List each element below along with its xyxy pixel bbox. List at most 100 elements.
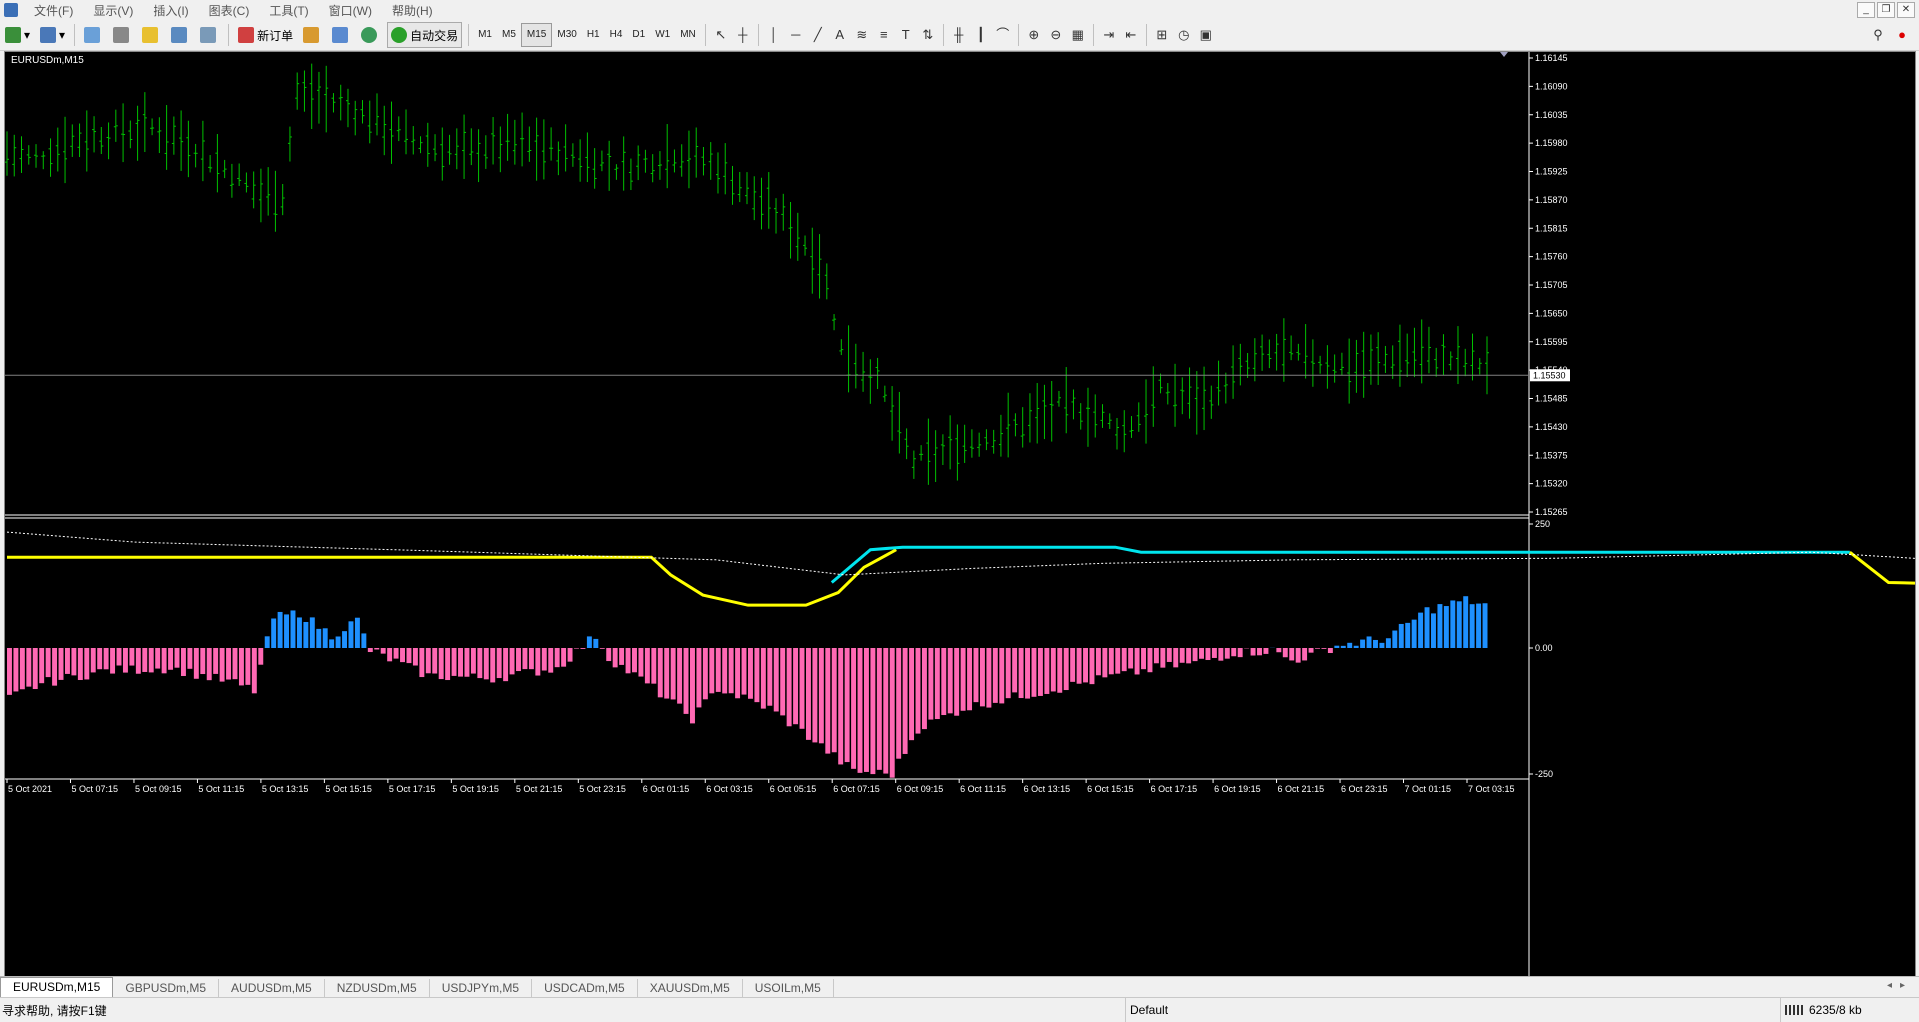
histogram-bar <box>297 617 302 648</box>
new-chart-button[interactable]: ▾ <box>2 23 33 47</box>
chart-window[interactable]: EURUSDm,M15 1.161451.160901.160351.15980… <box>4 51 1916 978</box>
menu-view[interactable]: 显示(V) <box>83 2 143 19</box>
tab-gbpusd-m5[interactable]: GBPUSDm,M5 <box>113 979 219 997</box>
menu-window[interactable]: 窗口(W) <box>319 2 382 19</box>
separator <box>758 24 759 46</box>
minimize-icon[interactable]: _ <box>1857 2 1875 18</box>
menu-bar: 文件(F) 显示(V) 插入(I) 图表(C) 工具(T) 窗口(W) 帮助(H… <box>0 0 1919 20</box>
vertical-line-icon[interactable]: │ <box>763 24 785 46</box>
tf-m5[interactable]: M5 <box>497 24 521 46</box>
favorites-button[interactable] <box>139 23 164 47</box>
bar-chart-icon[interactable]: ╫ <box>948 24 970 46</box>
histogram-bar <box>349 621 354 648</box>
tab-audusd-m5[interactable]: AUDUSDm,M5 <box>219 979 325 997</box>
tab-xauusd-m5[interactable]: XAUUSDm,M5 <box>638 979 743 997</box>
histogram-bar <box>1360 640 1365 648</box>
close-icon[interactable]: ✕ <box>1897 2 1915 18</box>
line-chart-icon[interactable]: ⌒ <box>992 24 1014 46</box>
fibonacci-icon[interactable]: ≋ <box>851 24 873 46</box>
chart-canvas[interactable]: 1.161451.160901.160351.159801.159251.158… <box>5 52 1915 977</box>
text-tool-icon[interactable]: A <box>829 24 851 46</box>
histogram-bar <box>1463 596 1468 648</box>
histogram-bar <box>993 648 998 703</box>
time-axis-label: 5 Oct 21:15 <box>516 784 563 794</box>
histogram-bar <box>394 648 399 659</box>
histogram-bar <box>497 648 502 678</box>
tf-h1[interactable]: H1 <box>582 24 605 46</box>
tab-scroll-arrows[interactable]: ◂▸ <box>1887 980 1913 991</box>
time-axis-label: 6 Oct 13:15 <box>1024 784 1071 794</box>
crosshair-icon[interactable]: ┼ <box>732 24 754 46</box>
trendline-icon[interactable]: ╱ <box>807 24 829 46</box>
tester-icon <box>200 27 216 43</box>
new-order-button[interactable]: 新订单 <box>235 23 296 47</box>
notification-icon[interactable]: ● <box>1891 24 1913 46</box>
chart-shift-icon[interactable]: ⇤ <box>1120 24 1142 46</box>
menu-file[interactable]: 文件(F) <box>24 2 83 19</box>
menu-insert[interactable]: 插入(I) <box>143 2 198 19</box>
navigator-button[interactable] <box>110 23 135 47</box>
histogram-bar <box>1289 648 1294 660</box>
tab-nzdusd-m5[interactable]: NZDUSDm,M5 <box>325 979 430 997</box>
time-axis-label: 5 Oct 09:15 <box>135 784 182 794</box>
histogram-bar <box>916 648 921 734</box>
histogram-bar <box>1186 648 1191 663</box>
candle-chart-icon[interactable]: ┃ <box>970 24 992 46</box>
strategy-tester-button[interactable] <box>197 23 222 47</box>
zoom-out-icon[interactable]: ⊖ <box>1045 24 1067 46</box>
histogram-bar <box>142 648 147 672</box>
channel-icon[interactable]: ≡ <box>873 24 895 46</box>
new-order-icon <box>238 27 254 43</box>
histogram-bar <box>1154 648 1159 663</box>
histogram-bar <box>703 648 708 699</box>
restore-icon[interactable]: ❐ <box>1877 2 1895 18</box>
terminal-button[interactable] <box>168 23 193 47</box>
tf-h4[interactable]: H4 <box>605 24 628 46</box>
histogram-bar <box>33 648 38 689</box>
histogram-bar <box>26 648 31 687</box>
tab-usdjpy-m5[interactable]: USDJPYm,M5 <box>430 979 532 997</box>
histogram-bar <box>684 648 689 714</box>
signals-button[interactable] <box>329 23 354 47</box>
tf-w1[interactable]: W1 <box>650 24 675 46</box>
tf-d1[interactable]: D1 <box>627 24 650 46</box>
histogram-bar <box>974 648 979 702</box>
text-label-icon[interactable]: T <box>895 24 917 46</box>
histogram-bar <box>690 648 695 723</box>
tf-m15[interactable]: M15 <box>521 23 552 47</box>
histogram-bar <box>1193 648 1198 661</box>
histogram-bar <box>825 648 830 754</box>
tf-m1[interactable]: M1 <box>473 24 497 46</box>
tf-mn[interactable]: MN <box>675 24 701 46</box>
indicators-icon[interactable]: ⊞ <box>1151 24 1173 46</box>
tab-usoil-m5[interactable]: USOILm,M5 <box>743 979 834 997</box>
histogram-bar <box>117 648 122 666</box>
metaeditor-button[interactable] <box>300 23 325 47</box>
histogram-bar <box>252 648 257 693</box>
auto-trade-button[interactable]: 自动交易 <box>387 22 462 48</box>
horizontal-line-icon[interactable]: ─ <box>785 24 807 46</box>
templates-icon[interactable]: ▣ <box>1195 24 1217 46</box>
market-button[interactable] <box>358 23 383 47</box>
tab-eurusd-m15[interactable]: EURUSDm,M15 <box>0 977 113 997</box>
market-watch-button[interactable] <box>81 23 106 47</box>
menu-help[interactable]: 帮助(H) <box>382 2 443 19</box>
menu-tools[interactable]: 工具(T) <box>259 2 318 19</box>
histogram-bar <box>149 648 154 672</box>
menu-charts[interactable]: 图表(C) <box>199 2 260 19</box>
search-icon[interactable]: ⚲ <box>1867 24 1889 46</box>
cursor-icon[interactable]: ↖ <box>710 24 732 46</box>
arrows-icon[interactable]: ⇅ <box>917 24 939 46</box>
status-profile: Default <box>1125 998 1330 1022</box>
zoom-in-icon[interactable]: ⊕ <box>1023 24 1045 46</box>
profiles-button[interactable]: ▾ <box>37 23 68 47</box>
tab-usdcad-m5[interactable]: USDCADm,M5 <box>532 979 638 997</box>
histogram-bar <box>1057 648 1062 693</box>
histogram-bar <box>291 610 296 648</box>
periods-icon[interactable]: ◷ <box>1173 24 1195 46</box>
tile-windows-icon[interactable]: ▦ <box>1067 24 1089 46</box>
histogram-bar <box>432 648 437 674</box>
tf-m30[interactable]: M30 <box>552 24 581 46</box>
time-axis-label: 5 Oct 11:15 <box>198 784 244 794</box>
auto-scroll-icon[interactable]: ⇥ <box>1098 24 1120 46</box>
